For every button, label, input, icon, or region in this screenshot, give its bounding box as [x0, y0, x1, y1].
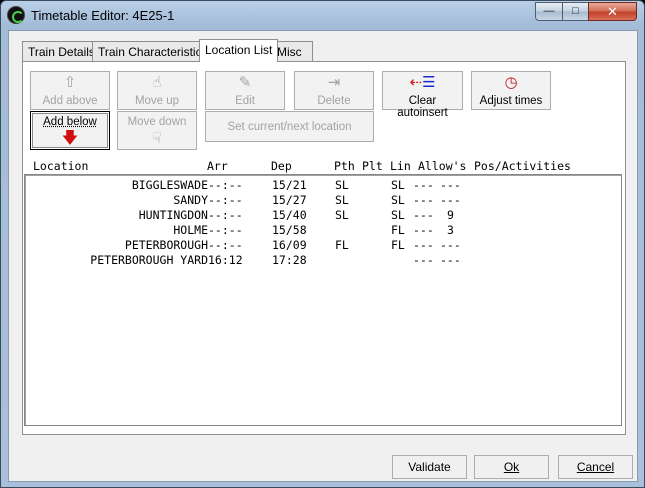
move-up-button[interactable]: ☝ Move up — [117, 71, 197, 110]
column-header-arr: Arr — [207, 159, 228, 173]
title-bar[interactable]: Timetable Editor: 4E25-1 — □ ✕ — [1, 1, 644, 29]
row-allow: --- — [413, 238, 434, 252]
list-item[interactable]: HUNTINGDON --:-- 15/40 SL SL --- 9 — [25, 208, 621, 223]
delete-list-icon: ⇥ — [327, 74, 341, 91]
clear-autoinsert-icon: ⇠☰ — [409, 74, 436, 91]
list-item[interactable]: PETERBOROUGH --:-- 16/09 FL FL --- --- — [25, 238, 621, 253]
column-header-pth: Pth — [334, 159, 355, 173]
column-header-lin: Lin — [390, 159, 411, 173]
edit-button[interactable]: ✎ Edit — [205, 71, 285, 110]
row-dep: 15/27 — [272, 193, 307, 207]
arrow-down-red-icon: 🡇 — [61, 130, 79, 147]
row-dep: 15/21 — [272, 178, 307, 192]
list-item[interactable]: SANDY --:-- 15/27 SL SL --- --- — [25, 193, 621, 208]
column-header-location: Location — [33, 159, 89, 173]
maximize-button[interactable]: □ — [562, 2, 589, 21]
row-lin: SL — [391, 178, 405, 192]
row-allow: --- — [413, 193, 434, 207]
list-item[interactable]: HOLME --:-- 15/58 FL --- 3 — [25, 223, 621, 238]
set-current-next-location-button[interactable]: Set current/next location — [205, 111, 374, 142]
tab-train-details[interactable]: Train Details — [22, 41, 101, 61]
row-location: BIGGLESWADE — [131, 178, 208, 192]
add-above-button[interactable]: ⇧ Add above — [30, 71, 110, 110]
row-pos: --- — [440, 178, 461, 192]
app-logo-icon — [7, 6, 25, 24]
row-arr: --:-- — [208, 238, 243, 252]
row-lin: SL — [391, 193, 405, 207]
row-lin: FL — [391, 223, 405, 237]
row-lin: SL — [391, 208, 405, 222]
row-arr: 16:12 — [208, 253, 243, 267]
clock-icon: ◷ — [504, 74, 518, 91]
dialog-client-area: Train Details Train Characteristics Loca… — [8, 30, 638, 482]
row-arr: --:-- — [208, 223, 243, 237]
delete-button[interactable]: ⇥ Delete — [294, 71, 374, 110]
row-pth: SL — [335, 193, 349, 207]
tab-location-list[interactable]: Location List — [199, 39, 279, 62]
row-pth: SL — [335, 178, 349, 192]
row-pth: SL — [335, 208, 349, 222]
list-item[interactable]: BIGGLESWADE --:-- 15/21 SL SL --- --- — [25, 178, 621, 193]
row-dep: 15/58 — [272, 223, 307, 237]
row-location: HOLME — [173, 223, 208, 237]
row-location: PETERBOROUGH YARD — [90, 253, 208, 267]
row-pth: FL — [335, 238, 349, 252]
move-down-button[interactable]: Move down ☟ — [117, 111, 197, 150]
minimize-button[interactable]: — — [535, 2, 563, 21]
row-dep: 15/40 — [272, 208, 307, 222]
row-arr: --:-- — [208, 193, 243, 207]
column-header-dep: Dep — [271, 159, 292, 173]
row-location: PETERBOROUGH — [124, 238, 208, 252]
row-pos: --- — [440, 193, 461, 207]
row-allow: --- — [413, 253, 434, 267]
row-dep: 16/09 — [272, 238, 307, 252]
ok-button[interactable]: Ok — [474, 455, 549, 479]
row-allow: --- — [413, 208, 434, 222]
tab-train-characteristics[interactable]: Train Characteristics — [92, 41, 214, 61]
location-listbox[interactable]: BIGGLESWADE --:-- 15/21 SL SL --- --- SA… — [24, 174, 622, 426]
list-item[interactable]: PETERBOROUGH YARD 16:12 17:28 --- --- — [25, 253, 621, 268]
add-below-button[interactable]: Add below 🡇 — [30, 111, 110, 150]
row-pos: 3 — [447, 223, 454, 237]
row-allow: --- — [413, 178, 434, 192]
edit-document-icon: ✎ — [238, 74, 252, 91]
row-allow: --- — [413, 223, 434, 237]
row-arr: --:-- — [208, 178, 243, 192]
row-lin: FL — [391, 238, 405, 252]
row-dep: 17:28 — [272, 253, 307, 267]
arrow-up-outline-icon: ⇧ — [63, 74, 77, 91]
column-header-plt: Plt — [362, 159, 383, 173]
row-location: HUNTINGDON — [138, 208, 208, 222]
clear-autoinsert-button[interactable]: ⇠☰ Clear autoinsert — [382, 71, 463, 119]
row-location: SANDY — [173, 193, 208, 207]
hand-pointing-up-icon: ☝ — [152, 74, 162, 91]
timetable-editor-window: Timetable Editor: 4E25-1 — □ ✕ Train Det… — [0, 0, 645, 488]
row-arr: --:-- — [208, 208, 243, 222]
hand-pointing-down-icon: ☟ — [152, 130, 162, 147]
close-button[interactable]: ✕ — [588, 2, 637, 21]
column-header-allows: Allow's — [418, 159, 467, 173]
row-pos: --- — [440, 238, 461, 252]
cancel-button[interactable]: Cancel — [558, 455, 633, 479]
row-pos: --- — [440, 253, 461, 267]
column-header-pos-activities: Pos/Activities — [474, 159, 571, 173]
window-title: Timetable Editor: 4E25-1 — [31, 8, 175, 23]
row-pos: 9 — [447, 208, 454, 222]
adjust-times-button[interactable]: ◷ Adjust times — [471, 71, 551, 110]
validate-button[interactable]: Validate — [392, 455, 467, 479]
